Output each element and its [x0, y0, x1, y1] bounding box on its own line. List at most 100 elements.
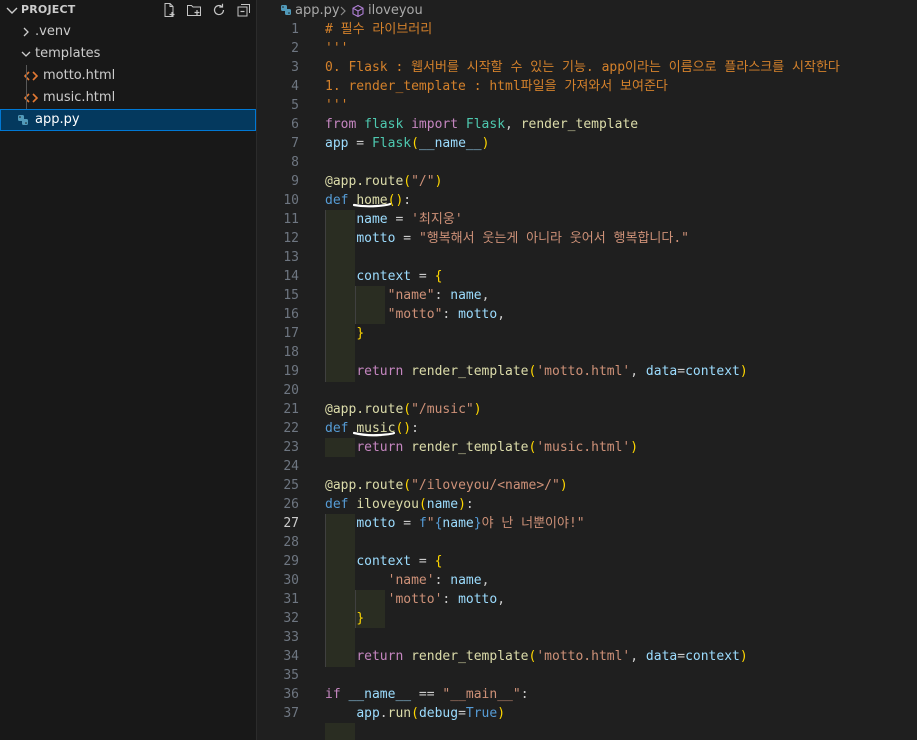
tree-file-motto-html[interactable]: motto.html	[0, 65, 256, 87]
code-line[interactable]: 13	[257, 248, 917, 267]
code-text: context = {	[356, 269, 443, 284]
code-line[interactable]: 35	[257, 666, 917, 685]
code-text: @app.route("/iloveyou/<name>/")	[325, 478, 568, 493]
code-line[interactable]: 19 return render_template('motto.html', …	[257, 362, 917, 381]
code-text: context = {	[356, 554, 443, 569]
line-number: 9	[291, 174, 299, 189]
code-line[interactable]: 21 @app.route("/music")	[257, 400, 917, 419]
line-number: 5	[291, 98, 299, 113]
code-line[interactable]: 25 @app.route("/iloveyou/<name>/")	[257, 476, 917, 495]
breadcrumb-symbol[interactable]: iloveyou	[368, 3, 423, 18]
code-text: "name": name,	[387, 288, 490, 303]
code-line[interactable]: 34 return render_template('motto.html', …	[257, 647, 917, 666]
tree-item-label: .venv	[35, 24, 71, 39]
code-line[interactable]: 31 'motto': motto,	[257, 590, 917, 609]
chevron-right-icon	[340, 6, 346, 16]
code-text: 'motto': motto,	[387, 592, 506, 607]
code-line[interactable]: 5 '''	[257, 96, 917, 115]
code-text: }	[356, 611, 365, 626]
tree-folder-templates[interactable]: templates	[0, 43, 256, 65]
code-line[interactable]: 28	[257, 533, 917, 552]
line-number: 23	[283, 440, 299, 455]
code-line[interactable]: 17 }	[257, 324, 917, 343]
line-number: 11	[283, 212, 299, 227]
code-line[interactable]: 37 app.run(debug=True)	[257, 704, 917, 723]
explorer-header[interactable]: PROJECT	[0, 0, 256, 20]
line-number: 15	[283, 288, 299, 303]
code-text: @app.route("/music")	[325, 402, 482, 417]
code-line[interactable]: 26 def iloveyou(name):	[257, 495, 917, 514]
code-line[interactable]: 9 @app.route("/")	[257, 172, 917, 191]
pen-underline-home	[353, 202, 391, 208]
line-number: 16	[283, 307, 299, 322]
line-number: 27	[283, 516, 299, 531]
breadcrumb-file[interactable]: app.py	[295, 3, 340, 18]
code-text: return render_template('music.html')	[356, 440, 639, 455]
line-number: 18	[283, 345, 299, 360]
code-line[interactable]: 7 app = Flask(__name__)	[257, 134, 917, 153]
line-number: 7	[291, 136, 299, 151]
chevron-right-icon	[23, 27, 29, 37]
code-line[interactable]: 27 motto = f"{name}야 난 너뿐이야!"	[257, 514, 917, 533]
code-line[interactable]: 1 # 필수 라이브러리	[257, 20, 917, 39]
breadcrumb: app.py iloveyou	[257, 0, 917, 22]
code-text: '''	[325, 98, 349, 113]
code-line[interactable]: 18	[257, 343, 917, 362]
new-file-icon[interactable]	[160, 2, 178, 18]
code-line[interactable]: 2 '''	[257, 39, 917, 58]
tree-file-music-html[interactable]: music.html	[0, 87, 256, 109]
code-text: from flask import Flask, render_template	[325, 117, 639, 132]
code-line[interactable]: 4 1. render_template : html파일을 가져와서 보여준다	[257, 77, 917, 96]
code-line[interactable]: 14 context = {	[257, 267, 917, 286]
tree-item-label: app.py	[35, 112, 80, 127]
line-number: 8	[291, 155, 299, 170]
code-line[interactable]: 15 "name": name,	[257, 286, 917, 305]
code-line[interactable]: 16 "motto": motto,	[257, 305, 917, 324]
code-line[interactable]: 20	[257, 381, 917, 400]
refresh-icon[interactable]	[210, 2, 228, 18]
line-number: 35	[283, 668, 299, 683]
new-folder-icon[interactable]	[185, 2, 203, 18]
line-number: 13	[283, 250, 299, 265]
python-file-icon	[18, 115, 28, 125]
code-line[interactable]: 6 from flask import Flask, render_templat…	[257, 115, 917, 134]
tree-file-app-py[interactable]: app.py	[0, 109, 256, 131]
code-line[interactable]: 8	[257, 153, 917, 172]
code-text: app = Flask(__name__)	[325, 136, 490, 151]
code-line[interactable]: 3 0. Flask : 웹서버를 시작할 수 있는 기능. app이라는 이름으…	[257, 58, 917, 77]
code-line[interactable]: 11 name = '최지웅'	[257, 210, 917, 229]
code-text: return render_template('motto.html', dat…	[356, 649, 748, 664]
code-text: }	[356, 326, 365, 341]
chevron-down-icon[interactable]	[5, 2, 19, 18]
code-editor[interactable]: app.py iloveyou 1 # 필수 라이브러리 2 ''' 3 0. Flask…	[257, 0, 917, 740]
line-number: 1	[291, 22, 299, 37]
code-line[interactable]: 24	[257, 457, 917, 476]
code-text: motto = f"{name}야 난 너뿐이야!"	[356, 516, 585, 531]
code-text: app.run(debug=True)	[356, 706, 506, 721]
indent-highlight	[325, 723, 355, 740]
code-text: # 필수 라이브러리	[325, 22, 433, 37]
line-number: 37	[283, 706, 299, 721]
line-number: 36	[283, 687, 299, 702]
code-line[interactable]: 33	[257, 628, 917, 647]
line-number: 29	[283, 554, 299, 569]
code-line[interactable]: 29 context = {	[257, 552, 917, 571]
pen-underline-music	[353, 431, 395, 437]
code-text: 1. render_template : html파일을 가져와서 보여준다	[325, 79, 668, 94]
tree-folder-venv[interactable]: .venv	[0, 21, 256, 43]
code-line[interactable]: 12 motto = "행복해서 웃는게 아니라 웃어서 행복합니다."	[257, 229, 917, 248]
explorer-actions	[160, 2, 253, 18]
code-text: if __name__ == "__main__":	[325, 687, 529, 702]
line-number: 33	[283, 630, 299, 645]
line-number: 19	[283, 364, 299, 379]
code-line[interactable]: 30 'name': name,	[257, 571, 917, 590]
code-line[interactable]: 23 return render_template('music.html')	[257, 438, 917, 457]
collapse-all-icon[interactable]	[235, 2, 253, 18]
line-number: 6	[291, 117, 299, 132]
code-line[interactable]: 36 if __name__ == "__main__":	[257, 685, 917, 704]
line-number: 4	[291, 79, 299, 94]
tree-item-label: templates	[35, 46, 101, 61]
chevron-down-icon	[21, 51, 31, 57]
line-number: 2	[291, 41, 299, 56]
code-line[interactable]: 32 }	[257, 609, 917, 628]
